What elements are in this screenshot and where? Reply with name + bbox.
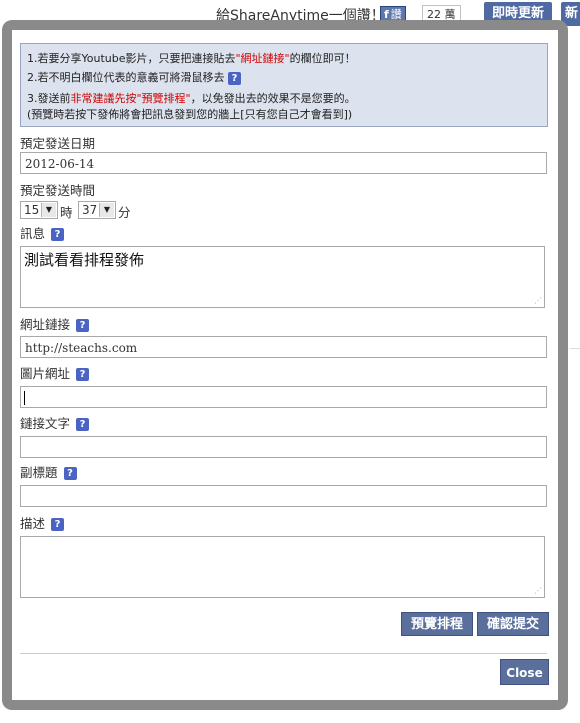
resize-grip-icon[interactable]: ⋰ xyxy=(533,296,542,305)
message-text: 測試看看排程發佈 xyxy=(24,251,145,269)
description-label: 描述? xyxy=(20,513,65,532)
link-text-input[interactable] xyxy=(20,436,547,458)
help-icon[interactable]: ? xyxy=(76,418,90,431)
image-url-label: 圖片網址? xyxy=(20,363,90,382)
date-input[interactable]: 2012-06-14 xyxy=(20,152,547,174)
chevron-down-icon: ▼ xyxy=(41,203,56,217)
text-cursor xyxy=(24,391,25,405)
description-textarea[interactable]: ⋰ xyxy=(20,536,545,598)
image-url-input[interactable] xyxy=(20,386,547,408)
url-input[interactable]: http://steachs.com xyxy=(20,336,547,358)
hour-unit-label: 時 xyxy=(60,205,73,220)
minute-value: 37 xyxy=(82,203,98,217)
instruction-line-1: 1.若要分享Youtube影片，只要把連接貼去"網址鏈接"的欄位即可！ xyxy=(27,52,356,65)
minute-unit-label: 分 xyxy=(118,205,131,220)
time-label: 預定發送時間 xyxy=(20,183,96,198)
subtitle-label: 副標題? xyxy=(20,462,77,481)
message-textarea[interactable]: 測試看看排程發佈 ⋰ xyxy=(20,246,545,308)
url-label: 網址鏈接? xyxy=(20,314,90,333)
minute-select[interactable]: 37 ▼ xyxy=(78,201,116,219)
help-icon[interactable]: ? xyxy=(76,368,90,381)
instruction-line-3: 3.發送前非常建議先按"預覽排程"，以免發出去的效果不是您要的。 xyxy=(27,92,356,105)
instructions-box: 1.若要分享Youtube影片，只要把連接貼去"網址鏈接"的欄位即可！ 2.若不… xyxy=(20,43,548,127)
help-icon[interactable]: ? xyxy=(76,319,90,332)
help-icon[interactable]: ? xyxy=(63,467,77,480)
footer-divider xyxy=(20,653,547,654)
instruction-line-2: 2.若不明白欄位代表的意義可將滑鼠移去 ? xyxy=(27,69,241,85)
hour-select[interactable]: 15 ▼ xyxy=(20,201,58,219)
help-icon[interactable]: ? xyxy=(51,518,65,531)
confirm-submit-button[interactable]: 確認提交 xyxy=(477,612,549,636)
close-button[interactable]: Close xyxy=(500,659,549,685)
hour-value: 15 xyxy=(24,203,40,217)
background-divider xyxy=(570,348,580,349)
instruction-line-4: (預覽時若按下發佈將會把訊息發到您的牆上[只有您自己才會看到]) xyxy=(27,108,353,121)
message-label: 訊息? xyxy=(20,223,65,242)
help-icon[interactable]: ? xyxy=(228,71,241,85)
schedule-post-dialog xyxy=(12,30,558,700)
preview-schedule-button[interactable]: 預覽排程 xyxy=(401,612,473,636)
subtitle-input[interactable] xyxy=(20,485,547,507)
chevron-down-icon: ▼ xyxy=(99,203,114,217)
resize-grip-icon[interactable]: ⋰ xyxy=(533,586,542,595)
date-label: 預定發送日期 xyxy=(20,136,96,151)
link-text-label: 鏈接文字? xyxy=(20,413,90,432)
help-icon[interactable]: ? xyxy=(51,228,65,241)
